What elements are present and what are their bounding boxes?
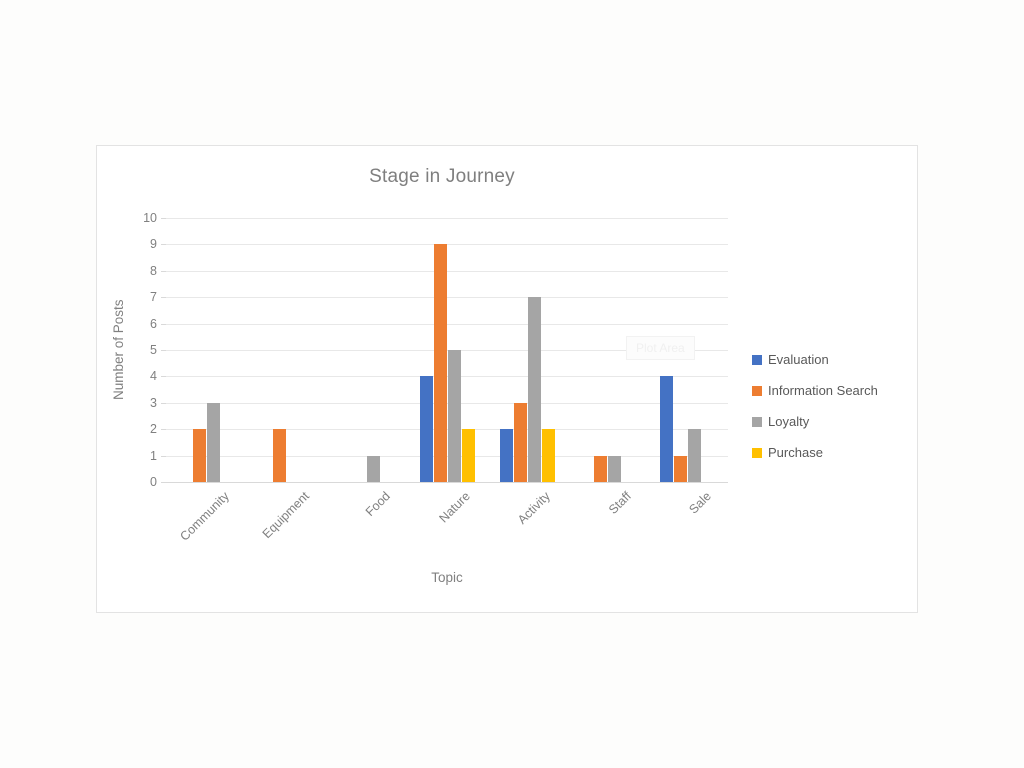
bar[interactable] (447, 350, 461, 482)
gridline (166, 218, 728, 219)
chart-title[interactable]: Stage in Journey (97, 166, 917, 188)
y-axis-tick-mark (161, 323, 166, 325)
y-axis-tick-label: 4 (150, 369, 157, 384)
bar[interactable] (608, 455, 622, 482)
bar[interactable] (461, 429, 475, 482)
bar[interactable] (594, 455, 608, 482)
bar[interactable] (660, 376, 674, 482)
bar[interactable] (674, 455, 688, 482)
gridline (166, 323, 728, 325)
y-axis-tick-mark (161, 244, 166, 246)
bar[interactable] (688, 429, 702, 482)
legend-label: Information Search (768, 383, 878, 398)
legend-label: Purchase (768, 445, 823, 460)
chart-frame[interactable]: Stage in Journey Number of Posts 0 1 2 3 4 5 6… (96, 145, 918, 613)
y-axis-tick-label: 8 (150, 263, 157, 278)
x-axis-category-label: Equipment (260, 489, 313, 542)
y-axis-tick-label: 3 (150, 395, 157, 410)
legend-label: Evaluation (768, 352, 829, 367)
y-axis-tick-label: 5 (150, 343, 157, 357)
y-axis-tick-mark (161, 429, 166, 431)
chart-legend[interactable]: Evaluation Information Search Loyalty Purch… (752, 344, 912, 468)
y-axis-tick-label: 6 (150, 316, 157, 331)
legend-swatch-icon (752, 385, 762, 396)
bar[interactable] (513, 402, 527, 482)
y-axis-tick-mark (161, 376, 166, 378)
bar[interactable] (499, 429, 513, 482)
x-axis-category-label: Staff (605, 489, 634, 517)
y-axis-tick-label: 0 (150, 475, 157, 489)
legend-item[interactable]: Information Search (752, 375, 912, 406)
y-axis-tick-mark (161, 455, 166, 457)
y-axis-tick-mark (161, 270, 166, 272)
legend-label: Loyalty (768, 414, 810, 429)
gridline (166, 244, 728, 246)
legend-item[interactable]: Evaluation (752, 344, 912, 375)
legend-item[interactable]: Purchase (752, 437, 912, 468)
bar[interactable] (419, 376, 433, 482)
gridline (166, 297, 728, 299)
y-axis-title[interactable]: Number of Posts (111, 218, 126, 482)
axis-baseline (166, 482, 728, 483)
legend-swatch-icon (752, 447, 762, 458)
y-axis-tick-label: 1 (150, 448, 157, 463)
bar[interactable] (527, 297, 541, 482)
y-axis-tick-mark (161, 297, 166, 299)
bar[interactable] (272, 429, 286, 482)
y-axis-tick-label: 9 (150, 237, 157, 252)
bar[interactable] (433, 244, 447, 482)
y-axis-tick-mark (161, 350, 166, 351)
x-axis-category-label: Activity (515, 489, 554, 527)
x-axis-title[interactable]: Topic (166, 570, 728, 585)
plot-area-tooltip: Plot Area (626, 336, 695, 360)
legend-item[interactable]: Loyalty (752, 406, 912, 437)
gridline (166, 270, 728, 272)
y-axis-tick-mark (161, 402, 166, 404)
legend-swatch-icon (752, 354, 762, 365)
bar[interactable] (367, 455, 381, 482)
x-axis-category-label: Nature (436, 489, 473, 526)
bar[interactable] (541, 429, 555, 482)
legend-swatch-icon (752, 416, 762, 427)
x-axis-category-label: Sale (686, 489, 714, 517)
y-axis-tick-label: 7 (150, 290, 157, 305)
y-axis-tick-mark (161, 482, 166, 483)
x-axis-category-label: Community (177, 489, 233, 544)
x-axis-category-label: Food (362, 489, 393, 520)
y-axis-tick-mark (161, 218, 166, 219)
bar[interactable] (206, 402, 220, 482)
y-axis-tick-label: 10 (143, 211, 157, 225)
y-axis-tick-label: 2 (150, 422, 157, 437)
bar[interactable] (192, 429, 206, 482)
